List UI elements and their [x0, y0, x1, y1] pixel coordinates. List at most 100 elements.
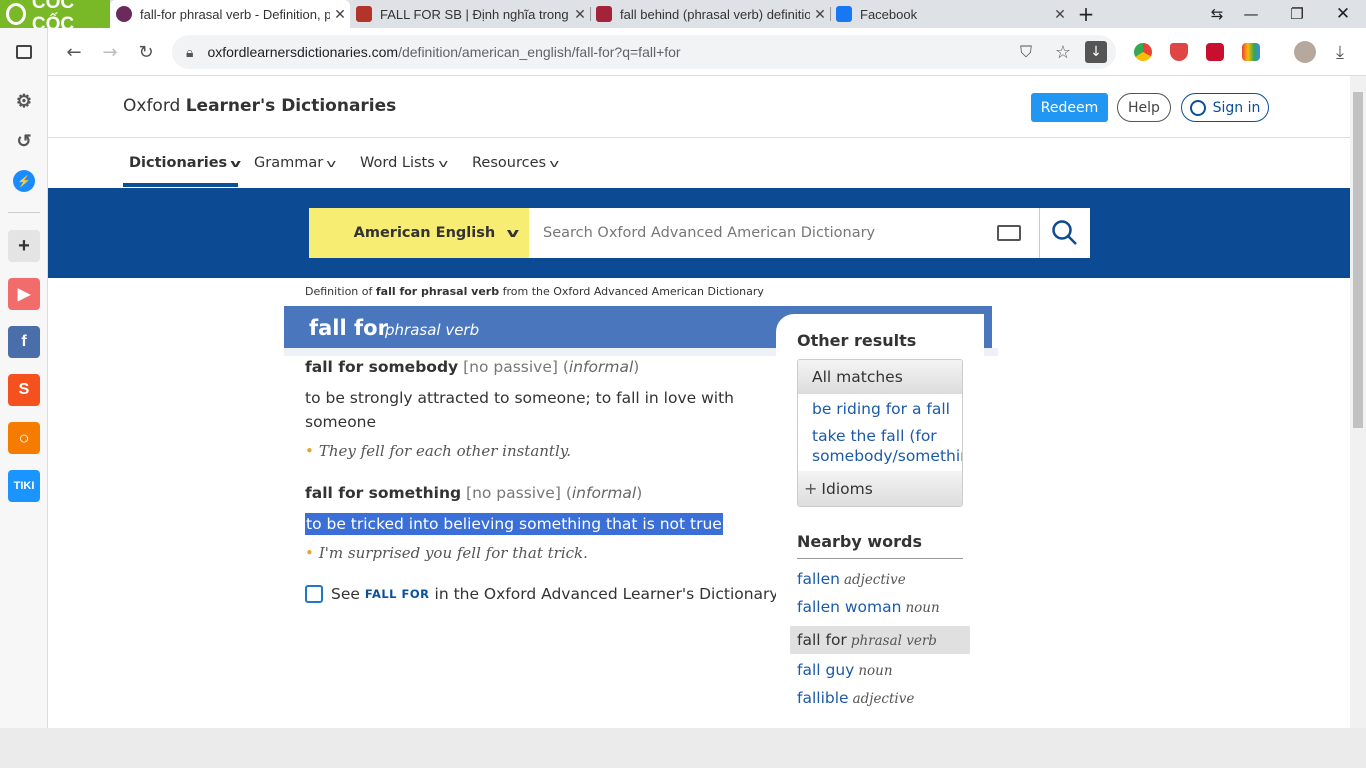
search-icon [1052, 220, 1077, 245]
scrollbar-thumb[interactable] [1353, 92, 1363, 428]
book-favicon-icon [596, 6, 612, 22]
star-icon[interactable]: ☆ [1049, 38, 1077, 66]
nearby-word-text: fallen [797, 570, 840, 588]
example-sentence: • They fell for each other instantly. [305, 442, 571, 460]
see-link[interactable]: FALL FOR [365, 587, 430, 601]
apps-extension-icon[interactable] [1242, 43, 1260, 61]
help-button[interactable]: Help [1117, 93, 1171, 122]
chrome-extension-icon[interactable] [1134, 43, 1152, 61]
lock-icon[interactable]: 🔒︎ [186, 44, 193, 61]
nav-label: Word Lists [360, 155, 435, 171]
match-link[interactable]: somebody/somethin [812, 446, 962, 466]
sidebar-toggle-icon[interactable] [16, 45, 32, 59]
search-app-icon[interactable]: ○ [8, 422, 40, 454]
download-icon[interactable]: ↓ [1085, 41, 1107, 63]
dictionary-selector[interactable]: American English v [309, 208, 529, 258]
site-title-plain: Oxford [123, 96, 181, 116]
new-tab-icon[interactable]: + [1066, 0, 1106, 28]
tab-fall-for[interactable]: fall-for phrasal verb - Definition, p ✕ [110, 0, 350, 28]
chevron-down-icon: v [506, 226, 520, 240]
address-bar[interactable]: 🔒︎ oxfordlearnersdictionaries.com/defini… [172, 35, 1116, 69]
messenger-icon[interactable]: ⚡ [13, 170, 35, 192]
close-tab-icon[interactable]: ✕ [570, 6, 590, 23]
nearby-word[interactable]: fall guy noun [797, 661, 893, 679]
nav-label: Grammar [254, 155, 324, 171]
bullet-icon: • [305, 544, 314, 562]
all-matches-box: All matches be riding for a fall take th… [797, 359, 963, 507]
nearby-word-pos: noun [858, 663, 893, 679]
tab-fall-behind[interactable]: fall behind (phrasal verb) definition ✕ [590, 0, 830, 28]
site-title[interactable]: Oxford Learner's Dictionaries [123, 96, 396, 116]
adblock-extension-icon[interactable] [1170, 43, 1188, 61]
definition-source-line: Definition of fall for phrasal verb from… [305, 285, 764, 298]
nearby-divider [797, 558, 963, 559]
back-icon[interactable]: ← [60, 38, 88, 66]
forward-icon[interactable]: → [96, 38, 124, 66]
add-app-icon[interactable]: + [8, 230, 40, 262]
close-window-icon[interactable]: ✕ [1323, 0, 1363, 28]
nearby-word-pos: adjective [843, 572, 906, 588]
def-prefix: Definition of [305, 285, 373, 298]
avatar[interactable] [1294, 41, 1316, 63]
sign-in-button[interactable]: Sign in [1181, 93, 1269, 122]
redeem-button[interactable]: Redeem [1031, 93, 1108, 122]
search-placeholder: Search Oxford Advanced American Dictiona… [543, 225, 876, 241]
close-tab-icon[interactable]: ✕ [810, 6, 830, 23]
nearby-word-text: fallen woman [797, 598, 902, 616]
oxford-favicon-icon [116, 6, 132, 22]
nav-resources[interactable]: Resources v [472, 155, 559, 171]
youtube-icon[interactable]: ▶ [8, 278, 40, 310]
coccoc-logo[interactable]: CỐC CỐC [0, 0, 110, 35]
browser-status-area [0, 728, 1366, 768]
browser-sidebar: ⚙ ↺ ⚡ + ▶ f S ○ TIKI [0, 28, 48, 728]
grammar-label: [no passive] [463, 358, 558, 376]
search-input[interactable]: Search Oxford Advanced American Dictiona… [529, 208, 1040, 258]
nav-dictionaries[interactable]: Dictionaries v [129, 155, 241, 171]
sidebar-divider [8, 212, 40, 213]
idioms-toggle[interactable]: + Idioms [798, 471, 962, 506]
nav-word-lists[interactable]: Word Lists v [360, 155, 448, 171]
facebook-icon[interactable]: f [8, 326, 40, 358]
tab-title: FALL FOR SB | Định nghĩa trong Từ [380, 6, 570, 22]
shopee-icon[interactable]: S [8, 374, 40, 406]
nearby-word[interactable]: fallen woman noun [797, 598, 940, 616]
nav-grammar[interactable]: Grammar v [254, 155, 337, 171]
close-tab-icon[interactable]: ✕ [330, 6, 350, 23]
history-icon[interactable]: ↺ [8, 125, 40, 157]
external-link-icon [305, 585, 323, 603]
tab-facebook[interactable]: Facebook ✕ [830, 0, 1070, 28]
nearby-word-pos: phrasal verb [850, 633, 937, 649]
chevron-down-icon: v [326, 157, 337, 170]
tab-strip: CỐC CỐC fall-for phrasal verb - Definiti… [0, 0, 1366, 35]
tiki-icon[interactable]: TIKI [8, 470, 40, 502]
restore-icon[interactable]: ❐ [1277, 0, 1317, 28]
def-suffix: from the Oxford Advanced American Dictio… [502, 285, 764, 298]
other-results-title: Other results [797, 331, 917, 350]
settings-icon[interactable]: ⚙ [8, 85, 40, 117]
see-also-link[interactable]: See FALL FOR in the Oxford Advanced Learne… [305, 585, 779, 603]
downloads-icon[interactable]: ⤓ [1326, 38, 1354, 66]
pdf-extension-icon[interactable] [1206, 43, 1224, 61]
url-host: oxfordlearnersdictionaries.com [207, 44, 399, 60]
page-scrollbar[interactable] [1350, 76, 1366, 728]
tab-fall-for-sb[interactable]: FALL FOR SB | Định nghĩa trong Từ ✕ [350, 0, 590, 28]
reload-icon[interactable]: ↻ [132, 38, 160, 66]
phrase: fall for something [305, 484, 462, 502]
nearby-word[interactable]: fallible adjective [797, 689, 914, 707]
search-button[interactable] [1040, 208, 1090, 258]
nearby-word-pos: noun [905, 600, 940, 616]
match-link[interactable]: be riding for a fall [812, 399, 950, 419]
tab-title: Facebook [860, 6, 918, 22]
minimize-icon[interactable]: — [1231, 0, 1271, 28]
nearby-word[interactable]: fallen adjective [797, 570, 906, 588]
example-text: I'm surprised you fell for that trick. [318, 544, 588, 562]
url-path: /definition/american_english/fall-for?q=… [398, 44, 681, 60]
shield-icon[interactable]: ⛉ [1012, 38, 1040, 66]
match-link[interactable]: take the fall (for [812, 426, 937, 446]
all-matches-header[interactable]: All matches [798, 360, 962, 394]
keyboard-icon[interactable] [997, 225, 1021, 241]
idioms-label: Idioms [821, 480, 873, 498]
header-divider [48, 137, 1350, 138]
part-of-speech: phrasal verb [385, 321, 480, 339]
nearby-word-text: fall guy [797, 661, 855, 679]
